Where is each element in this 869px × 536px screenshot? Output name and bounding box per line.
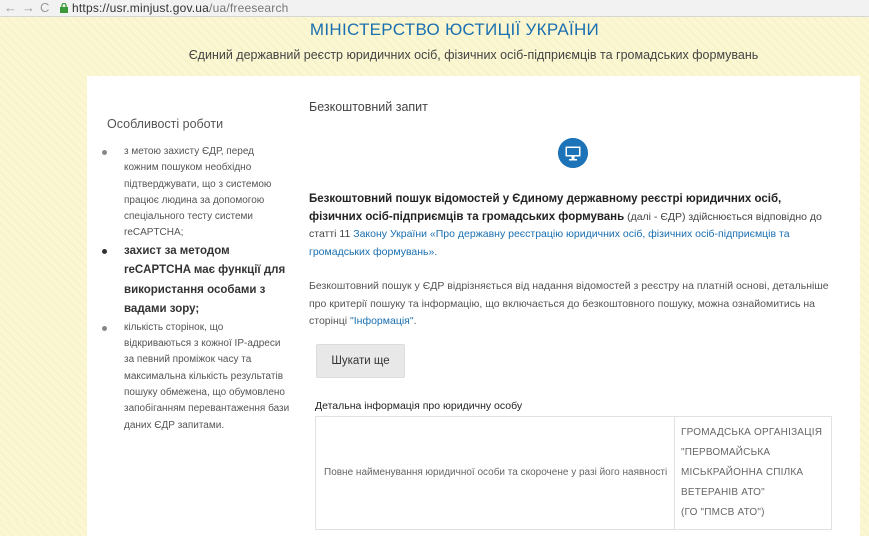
url-field[interactable]: https://usr.minjust.gov.ua/ua/freesearch <box>72 0 289 16</box>
monitor-icon <box>558 138 588 168</box>
search-again-button[interactable]: Шукати ще <box>316 344 405 378</box>
table-row: Повне найменування юридичної особи та ск… <box>315 416 832 530</box>
value-line: ГРОМАДСЬКА ОРГАНІЗАЦІЯ <box>681 427 823 438</box>
page-title: Безкоштовний запит <box>309 100 428 114</box>
site-title: МІНІСТЕРСТВО ЮСТИЦІЇ УКРАЇНИ <box>309 20 600 39</box>
intro-paragraph: Безкоштовний пошук відомостей у Єдиному … <box>309 191 829 261</box>
url-path: /ua/freesearch <box>209 1 289 15</box>
list-item: з метою захисту ЄДР, перед кожним пошуко… <box>100 144 290 242</box>
list-item: кількість сторінок, що відкриваються з к… <box>100 320 290 434</box>
lock-icon <box>60 3 68 13</box>
sidebar-list: з метою захисту ЄДР, перед кожним пошуко… <box>100 144 290 434</box>
site-subtitle: Єдиний державний реєстр юридичних осіб, … <box>188 48 759 62</box>
url-host: https://usr.minjust.gov.ua <box>72 1 210 15</box>
browser-address-bar: ← → C https://usr.minjust.gov.ua/ua/free… <box>0 0 869 17</box>
law-link[interactable]: Закону України «Про державну реєстрацію … <box>309 228 790 258</box>
forward-arrow-icon[interactable]: → <box>22 0 35 16</box>
value-line: ВЕТЕРАНІВ АТО" <box>681 487 765 498</box>
info-paragraph: Безкоштовний пошук у ЄДР відрізняється в… <box>309 278 829 331</box>
info-text-end: . <box>413 315 417 327</box>
detail-table: Повне найменування юридичної особи та ск… <box>315 416 832 530</box>
table-cell-key: Повне найменування юридичної особи та ск… <box>315 416 675 530</box>
reload-icon[interactable]: C <box>40 0 49 16</box>
bullet-icon <box>102 325 107 331</box>
bullet-icon <box>102 150 107 155</box>
back-arrow-icon[interactable]: ← <box>4 0 17 16</box>
table-cell-value: ГРОМАДСЬКА ОРГАНІЗАЦІЯ "ПЕРВОМАЙСЬКА МІС… <box>674 416 832 530</box>
value-line: МІСЬКРАЙОННА СПІЛКА <box>681 467 804 478</box>
sidebar-title: Особливості роботи <box>107 117 224 131</box>
list-item-text: захист за методом reCAPTCHA має функції … <box>124 244 286 316</box>
list-item-text: кількість сторінок, що відкриваються з к… <box>124 321 290 431</box>
information-link[interactable]: "Інформація" <box>350 315 414 327</box>
list-item-text: з метою захисту ЄДР, перед кожним пошуко… <box>124 146 272 239</box>
list-item: захист за методом reCAPTCHA має функції … <box>100 242 290 320</box>
bullet-icon <box>102 248 107 254</box>
detail-section-title: Детальна інформація про юридичну особу <box>315 400 523 412</box>
content-panel: Особливості роботи з метою захисту ЄДР, … <box>87 76 860 536</box>
value-line: "ПЕРВОМАЙСЬКА <box>681 447 771 458</box>
value-line: (ГО "ПМСВ АТО") <box>681 507 765 518</box>
